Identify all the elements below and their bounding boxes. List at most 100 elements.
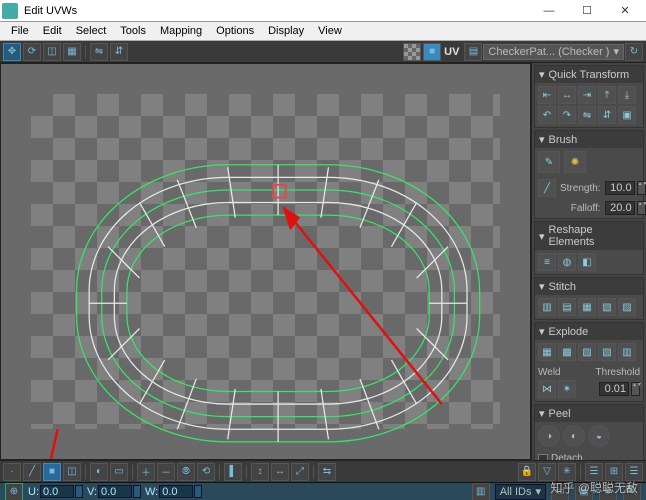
freeform-tool-button[interactable]: ▦ (63, 43, 81, 61)
side-panel: ▾Quick Transform ⇤ ↔ ⇥ ⤒ ⤓ ↶ ↷ ⇋ ⇵ ▣ ▾Br… (531, 63, 646, 460)
mirror-button[interactable]: ⇋ (90, 43, 108, 61)
strength-spinner[interactable]: 10.0▲▼ (605, 181, 646, 195)
align-bottom-icon[interactable]: ⤓ (618, 86, 636, 104)
softsel-icon[interactable]: ◐ (90, 463, 108, 481)
shrink-icon[interactable]: － (157, 463, 175, 481)
stitch-5-icon[interactable]: ▨ (618, 298, 636, 316)
weld-target-icon[interactable]: ✶ (558, 380, 576, 398)
vertex-mode-icon[interactable]: · (3, 463, 21, 481)
weld-selected-icon[interactable]: ⋈ (538, 380, 556, 398)
peel-title: Peel (549, 408, 571, 420)
tv-face-icon[interactable]: ⤢ (291, 463, 309, 481)
explode-5-icon[interactable]: ▥ (618, 343, 636, 361)
maximize-button[interactable]: ☐ (568, 0, 606, 22)
scale-tool-button[interactable]: ◫ (43, 43, 61, 61)
brush-shape-icon[interactable]: ╱ (538, 179, 556, 197)
explode-4-icon[interactable]: ▧ (598, 343, 616, 361)
update-texture-icon[interactable]: ↻ (625, 43, 643, 61)
menu-display[interactable]: Display (261, 24, 311, 38)
loop-icon[interactable]: ⟲ (197, 463, 215, 481)
menu-tools[interactable]: Tools (113, 24, 153, 38)
absolute-icon[interactable]: ⊞ (605, 463, 623, 481)
minimize-button[interactable]: — (530, 0, 568, 22)
rollout-reshape: ▾Reshape Elements ≡ ◍ ◧ (534, 221, 644, 275)
paint-select-icon[interactable]: ▌ (224, 463, 242, 481)
straighten-icon[interactable]: ≡ (538, 253, 556, 271)
flip-button[interactable]: ⇵ (110, 43, 128, 61)
gear-icon[interactable]: ☰ (625, 463, 643, 481)
stitch-2-icon[interactable]: ▤ (558, 298, 576, 316)
explode-2-icon[interactable]: ▩ (558, 343, 576, 361)
relax-brush-icon[interactable]: ✺ (564, 151, 586, 173)
app-icon (2, 3, 18, 19)
falloff-spinner[interactable]: 20.0▲▼ (605, 201, 646, 215)
id-filter-icon[interactable]: ▥ (472, 483, 490, 500)
ring-icon[interactable]: ⦾ (177, 463, 195, 481)
explode-1-icon[interactable]: ▦ (538, 343, 556, 361)
tv-vert-icon[interactable]: ↕ (251, 463, 269, 481)
align-top-icon[interactable]: ⤒ (598, 86, 616, 104)
grow-icon[interactable]: ＋ (137, 463, 155, 481)
zoom-region-icon[interactable]: ▣ (575, 483, 593, 500)
cube-icon[interactable]: ◧ (578, 253, 596, 271)
menu-mapping[interactable]: Mapping (153, 24, 209, 38)
options-icon[interactable]: ☰ (585, 463, 603, 481)
filter-icon[interactable]: ▽ (538, 463, 556, 481)
u-field[interactable]: 0.0 (40, 485, 74, 498)
face-mode-icon[interactable]: ■ (43, 463, 61, 481)
element-mode-icon[interactable]: ◫ (63, 463, 81, 481)
tv-edge-icon[interactable]: ↔ (271, 463, 289, 481)
snap-icon[interactable]: ✳ (558, 463, 576, 481)
grid-icon[interactable] (403, 43, 421, 61)
menu-view[interactable]: View (311, 24, 349, 38)
flip-h-icon[interactable]: ⇋ (578, 106, 596, 124)
annotation-arrows (26, 209, 442, 460)
rollout-quick-transform: ▾Quick Transform ⇤ ↔ ⇥ ⤒ ⤓ ↶ ↷ ⇋ ⇵ ▣ (534, 65, 644, 128)
align-right-icon[interactable]: ⇥ (578, 86, 596, 104)
rotate-cw-icon[interactable]: ↷ (558, 106, 576, 124)
menu-bar: File Edit Select Tools Mapping Options D… (0, 22, 646, 41)
close-button[interactable]: ✕ (606, 0, 644, 22)
edge-mode-icon[interactable]: ╱ (23, 463, 41, 481)
fill-icon[interactable]: ■ (423, 43, 441, 61)
zoom-extents-icon[interactable]: ▭ (551, 483, 569, 500)
align-left-icon[interactable]: ⇤ (538, 86, 556, 104)
paint-move-icon[interactable]: ✎ (538, 151, 560, 173)
menu-file[interactable]: File (4, 24, 36, 38)
menu-edit[interactable]: Edit (36, 24, 69, 38)
fit-icon[interactable]: ▣ (618, 106, 636, 124)
lock-icon[interactable]: 🔒 (518, 463, 536, 481)
selectby-icon[interactable]: ▭ (110, 463, 128, 481)
v-field[interactable]: 0.0 (98, 485, 132, 498)
pan-icon[interactable]: ✥ (599, 483, 617, 500)
stitch-3-icon[interactable]: ▦ (578, 298, 596, 316)
w-field[interactable]: 0.0 (159, 485, 193, 498)
stitch-4-icon[interactable]: ▧ (598, 298, 616, 316)
zoom-icon[interactable]: 🔍 (623, 483, 641, 500)
brush-title: Brush (549, 134, 578, 146)
uv-viewport[interactable] (0, 63, 531, 460)
menu-select[interactable]: Select (69, 24, 114, 38)
pelt-icon[interactable]: ◒ (588, 425, 610, 447)
peel-mode-icon[interactable]: ◐ (563, 425, 585, 447)
relax-icon[interactable]: ◍ (558, 253, 576, 271)
threshold-spinner[interactable]: 0.01▲▼ (599, 382, 640, 396)
detach-label: Detach (551, 453, 583, 460)
texture-dropdown[interactable]: CheckerPat... (Checker )▾ (483, 44, 624, 60)
detach-checkbox[interactable] (538, 454, 548, 461)
sync-icon[interactable]: ⇆ (318, 463, 336, 481)
quick-peel-icon[interactable]: ◑ (538, 425, 560, 447)
rotate-ccw-icon[interactable]: ↶ (538, 106, 556, 124)
transform-type-icon[interactable]: ⊕ (5, 483, 23, 500)
menu-options[interactable]: Options (209, 24, 261, 38)
explode-3-icon[interactable]: ▨ (578, 343, 596, 361)
align-center-h-icon[interactable]: ↔ (558, 86, 576, 104)
stitch-1-icon[interactable]: ▥ (538, 298, 556, 316)
toggle-display-icon[interactable]: ▤ (464, 43, 482, 61)
flip-v-icon[interactable]: ⇵ (598, 106, 616, 124)
strength-label: Strength: (560, 183, 601, 194)
rotate-tool-button[interactable]: ⟳ (23, 43, 41, 61)
ids-dropdown-label: All IDs (500, 486, 532, 498)
move-tool-button[interactable]: ✥ (3, 43, 21, 61)
ids-dropdown[interactable]: All IDs▾ (495, 484, 546, 500)
